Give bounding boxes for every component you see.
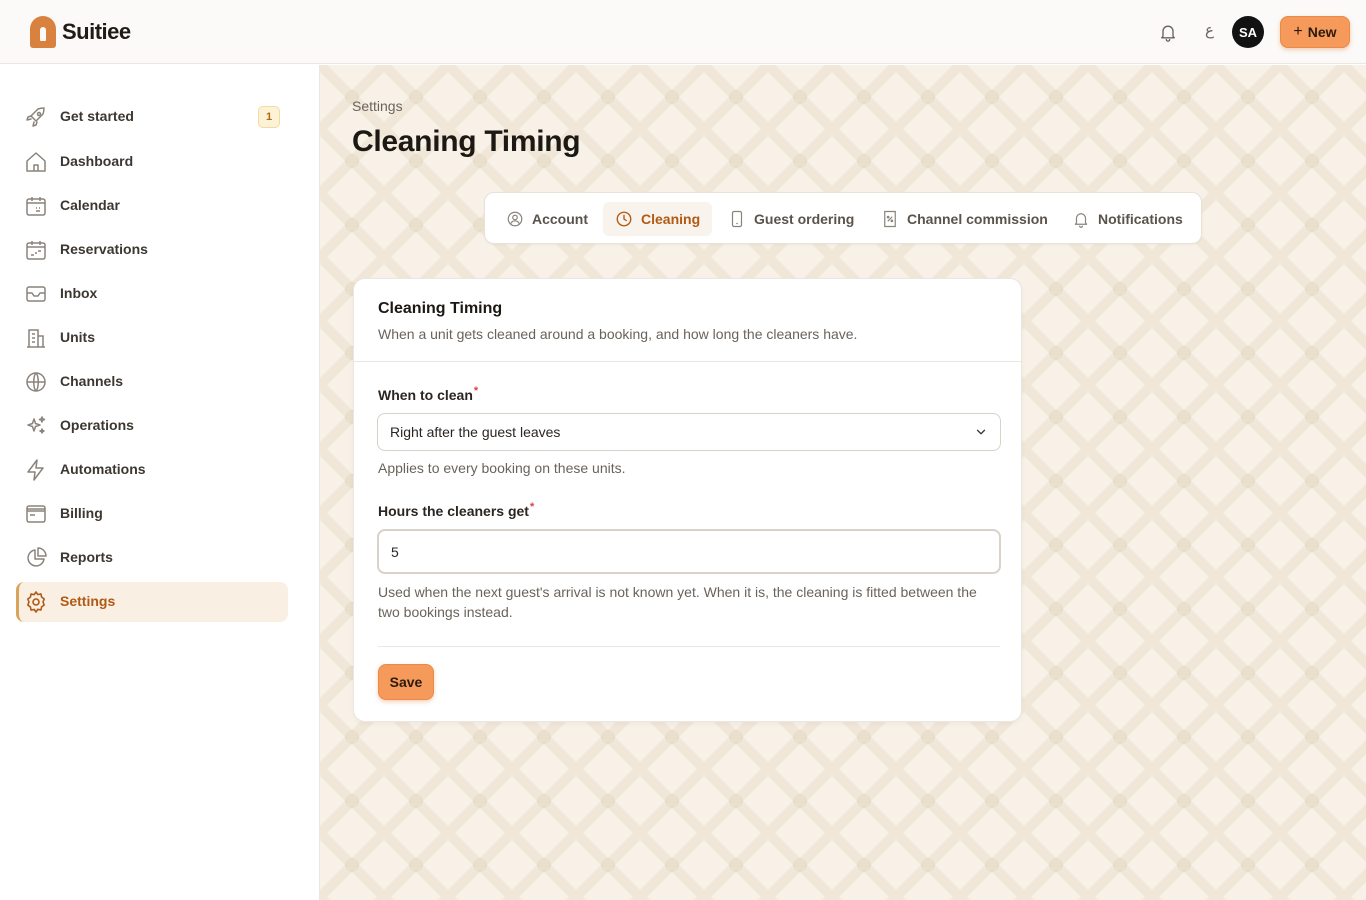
sidebar-item-inbox[interactable]: Inbox: [16, 274, 288, 314]
input-value: 5: [391, 543, 399, 560]
pie-chart-icon: [24, 546, 48, 570]
sidebar-item-billing[interactable]: Billing: [16, 494, 288, 534]
card-subtitle: When a unit gets cleaned around a bookin…: [378, 326, 858, 342]
when-to-clean-select[interactable]: Right after the guest leaves: [377, 413, 1001, 451]
sidebar-item-channels[interactable]: Channels: [16, 362, 288, 402]
sidebar-item-label: Reports: [60, 549, 113, 565]
field-label-text: When to clean: [378, 387, 473, 403]
sidebar-item-label: Units: [60, 329, 95, 345]
tab-label: Guest ordering: [754, 211, 855, 227]
select-value: Right after the guest leaves: [390, 424, 561, 440]
hours-cleaners-get-label: Hours the cleaners get*: [378, 501, 535, 519]
sidebar-item-label: Inbox: [60, 285, 98, 301]
building-icon: [24, 326, 48, 350]
top-actions: ع SA + New: [1090, 16, 1350, 48]
field-label-text: Hours the cleaners get: [378, 503, 529, 519]
sidebar-item-label: Channels: [60, 373, 124, 389]
sidebar-item-label: Dashboard: [60, 153, 134, 169]
sidebar-item-calendar[interactable]: Calendar: [16, 186, 288, 226]
calendar-icon: [24, 194, 48, 218]
sidebar-item-units[interactable]: Units: [16, 318, 288, 358]
tab-label: Account: [532, 211, 588, 227]
divider: [354, 361, 1021, 362]
tab-label: Notifications: [1098, 211, 1183, 227]
sidebar-item-label: Billing: [60, 505, 103, 521]
when-to-clean-label: When to clean*: [378, 385, 479, 403]
sidebar-item-operations[interactable]: Operations: [16, 406, 288, 446]
tab-label: Cleaning: [641, 211, 701, 227]
count-badge: 1: [258, 106, 280, 128]
sidebar-item-label: Get started: [60, 108, 134, 124]
globe-icon: [24, 370, 48, 394]
main-content: Settings Cleaning Timing Account Cleanin…: [320, 65, 1366, 900]
sparkles-icon: [24, 414, 48, 438]
home-icon: [24, 150, 48, 174]
app-name: Suitiee: [62, 19, 131, 44]
user-circle-icon: [506, 210, 524, 228]
page-title: Cleaning Timing: [352, 125, 581, 158]
top-bar: Suitiee ع SA + New: [0, 0, 1366, 64]
gear-icon: [24, 590, 48, 614]
sidebar-item-reservations[interactable]: Reservations: [16, 230, 288, 270]
chevron-down-icon: [974, 425, 988, 439]
sidebar-item-label: Operations: [60, 417, 134, 433]
required-marker: *: [529, 501, 535, 513]
clock-icon: [615, 210, 633, 228]
notifications-bell-icon[interactable]: [1156, 20, 1180, 44]
rocket-icon: [24, 105, 48, 129]
sidebar-item-automations[interactable]: Automations: [16, 450, 288, 490]
percent-receipt-icon: [881, 210, 899, 228]
card-title: Cleaning Timing: [378, 300, 503, 317]
inbox-icon: [24, 282, 48, 306]
sidebar-item-label: Settings: [60, 593, 116, 609]
phone-icon: [728, 210, 746, 228]
tab-notifications[interactable]: Notifications: [1060, 202, 1195, 236]
tab-account[interactable]: Account: [494, 202, 600, 236]
breadcrumb[interactable]: Settings: [352, 98, 403, 114]
divider: [378, 646, 1000, 647]
bell-icon: [1072, 210, 1090, 228]
billing-icon: [24, 502, 48, 526]
plus-icon: +: [1293, 23, 1303, 40]
sidebar: Get started 1 Dashboard Calendar Reserva…: [0, 65, 320, 900]
sidebar-item-label: Reservations: [60, 241, 148, 257]
sidebar-item-get-started[interactable]: Get started 1: [16, 97, 288, 137]
language-toggle[interactable]: ع: [1205, 21, 1214, 39]
reservations-icon: [24, 238, 48, 262]
cleaning-timing-card: Cleaning Timing When a unit gets cleaned…: [353, 278, 1022, 722]
sidebar-item-settings[interactable]: Settings: [16, 582, 288, 622]
sidebar-item-dashboard[interactable]: Dashboard: [16, 142, 288, 182]
bolt-icon: [24, 458, 48, 482]
settings-tabs: Account Cleaning Guest ordering Channel …: [484, 192, 1202, 244]
hours-hint: Used when the next guest's arrival is no…: [378, 584, 977, 620]
logo-keyhole-icon: [30, 16, 56, 48]
tab-channel-commission[interactable]: Channel commission: [869, 202, 1060, 236]
save-button[interactable]: Save: [378, 664, 434, 700]
sidebar-item-label: Automations: [60, 461, 146, 477]
when-to-clean-hint: Applies to every booking on these units.: [378, 460, 626, 476]
tab-cleaning[interactable]: Cleaning: [603, 202, 713, 236]
sidebar-item-label: Calendar: [60, 197, 120, 213]
avatar[interactable]: SA: [1232, 16, 1264, 48]
hours-input[interactable]: 5: [377, 529, 1001, 574]
new-button[interactable]: + New: [1280, 16, 1350, 48]
logo[interactable]: Suitiee: [30, 16, 131, 48]
tab-label: Channel commission: [907, 211, 1048, 227]
sidebar-item-reports[interactable]: Reports: [16, 538, 288, 578]
new-button-label: New: [1307, 24, 1337, 40]
tab-guest-ordering[interactable]: Guest ordering: [716, 202, 866, 236]
required-marker: *: [473, 385, 479, 397]
